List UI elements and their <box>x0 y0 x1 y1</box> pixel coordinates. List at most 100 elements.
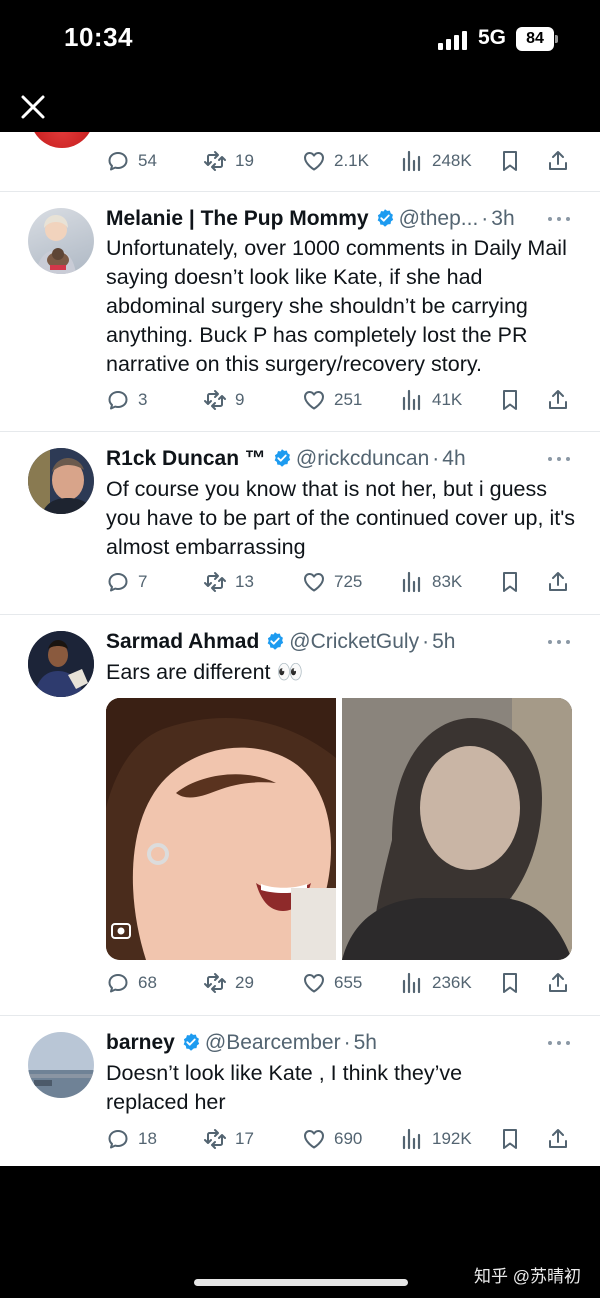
like-button[interactable]: 2.1K <box>302 146 369 176</box>
repost-button[interactable]: 19 <box>203 146 254 176</box>
more-options-icon[interactable] <box>548 640 572 648</box>
avatar[interactable] <box>28 448 94 514</box>
avatar[interactable] <box>28 1032 94 1098</box>
reply-count: 54 <box>138 151 157 170</box>
like-button[interactable]: 725 <box>302 567 362 597</box>
views-button[interactable]: 236K <box>400 968 472 998</box>
reply-button[interactable]: 3 <box>106 385 147 415</box>
tweet-actions: 68 29 655 236K <box>0 968 600 998</box>
share-button[interactable] <box>546 1124 570 1154</box>
battery-tip <box>555 35 558 43</box>
author-handle[interactable]: @Bearcember <box>205 1031 341 1054</box>
tweet[interactable]: Melanie | The Pup Mommy @thep... · 3h Unfor… <box>0 192 600 432</box>
bookmark-icon <box>498 1127 522 1151</box>
reply-icon <box>106 388 130 412</box>
share-button[interactable] <box>546 567 570 597</box>
share-button[interactable] <box>546 146 570 176</box>
like-button[interactable]: 690 <box>302 1124 362 1154</box>
status-bar: 10:34 5G 84 <box>0 0 600 80</box>
share-icon <box>546 570 570 594</box>
tweet[interactable]: Sarmad Ahmad @CricketGuly · 5h Ears are dif… <box>0 615 600 1016</box>
tweet-time[interactable]: 5h <box>432 630 455 653</box>
share-button[interactable] <box>546 968 570 998</box>
network-type: 5G <box>478 26 507 49</box>
like-icon <box>302 971 326 995</box>
view-count: 236K <box>432 973 472 992</box>
more-options-icon[interactable] <box>548 457 572 465</box>
separator-dot: · <box>422 630 430 653</box>
views-button[interactable]: 248K <box>400 146 472 176</box>
bookmark-button[interactable] <box>498 146 522 176</box>
avatar[interactable] <box>28 631 94 697</box>
views-button[interactable]: 83K <box>400 567 462 597</box>
bookmark-button[interactable] <box>498 968 522 998</box>
tweet-time[interactable]: 5h <box>354 1031 377 1054</box>
view-count: 83K <box>432 572 463 591</box>
tweet[interactable]: barney @Bearcember · 5h Doesn’t look like K… <box>0 1016 600 1166</box>
like-count: 725 <box>334 572 363 591</box>
like-button[interactable]: 655 <box>302 968 362 998</box>
alt-image-icon[interactable] <box>110 920 132 942</box>
author-handle[interactable]: @thep... <box>399 207 479 230</box>
author-handle[interactable]: @CricketGuly <box>289 630 419 653</box>
bookmark-button[interactable] <box>498 385 522 415</box>
views-button[interactable]: 41K <box>400 385 462 415</box>
view-count: 192K <box>432 1129 472 1148</box>
share-icon <box>546 1127 570 1151</box>
bookmark-button[interactable] <box>498 567 522 597</box>
author-handle[interactable]: @rickcduncan <box>296 447 429 470</box>
share-button[interactable] <box>546 385 570 415</box>
share-icon <box>546 149 570 173</box>
reply-button[interactable]: 7 <box>106 567 147 597</box>
view-count: 248K <box>432 151 472 170</box>
status-time: 10:34 <box>64 22 133 52</box>
verified-badge-icon <box>181 1032 201 1052</box>
like-count: 690 <box>334 1129 363 1148</box>
reply-icon <box>106 1127 130 1151</box>
views-icon <box>400 388 424 412</box>
like-count: 251 <box>334 390 363 409</box>
author-name[interactable]: barney <box>106 1031 175 1054</box>
separator-dot: · <box>432 447 440 470</box>
bookmark-icon <box>498 971 522 995</box>
tweet-time[interactable]: 3h <box>491 207 514 230</box>
repost-icon <box>203 570 227 594</box>
tweet-media[interactable] <box>106 698 572 960</box>
avatar[interactable] <box>28 208 94 274</box>
author-name[interactable]: Sarmad Ahmad <box>106 630 259 653</box>
media-image-left[interactable] <box>106 698 336 960</box>
reply-button[interactable]: 18 <box>106 1124 157 1154</box>
author-name[interactable]: Melanie | The Pup Mommy <box>106 207 369 230</box>
photo-left <box>106 698 336 960</box>
cellular-signal-icon <box>438 30 470 50</box>
verified-badge-icon <box>272 448 292 468</box>
repost-button[interactable]: 17 <box>203 1124 254 1154</box>
repost-button[interactable]: 9 <box>203 385 244 415</box>
home-indicator[interactable] <box>194 1279 408 1286</box>
tweet-time[interactable]: 4h <box>442 447 465 470</box>
like-button[interactable]: 251 <box>302 385 362 415</box>
more-options-icon[interactable] <box>548 217 572 225</box>
tweet-header: R1ck Duncan ™ @rickcduncan · 4h <box>106 444 466 474</box>
author-name[interactable]: R1ck Duncan ™ <box>106 447 266 470</box>
tweet-actions: 7 13 725 83K <box>0 567 600 597</box>
repost-icon <box>203 388 227 412</box>
reply-count: 68 <box>138 973 157 992</box>
bookmark-button[interactable] <box>498 1124 522 1154</box>
reply-button[interactable]: 54 <box>106 146 157 176</box>
watermark: 知乎 @苏晴初 <box>474 1267 581 1286</box>
tweet[interactable]: R1ck Duncan ™ @rickcduncan · 4h Of course y… <box>0 432 600 615</box>
tweet-feed[interactable]: 54 19 2.1K 248K Melanie | The Pup Mommy @… <box>0 132 600 1166</box>
separator-dot: · <box>481 207 489 230</box>
like-icon <box>302 149 326 173</box>
reply-button[interactable]: 68 <box>106 968 157 998</box>
like-count: 655 <box>334 973 363 992</box>
repost-button[interactable]: 13 <box>203 567 254 597</box>
repost-button[interactable]: 29 <box>203 968 254 998</box>
media-image-right[interactable] <box>342 698 572 960</box>
more-options-icon[interactable] <box>548 1041 572 1049</box>
repost-count: 13 <box>235 572 254 591</box>
close-icon[interactable] <box>18 92 48 122</box>
views-button[interactable]: 192K <box>400 1124 472 1154</box>
repost-count: 29 <box>235 973 254 992</box>
